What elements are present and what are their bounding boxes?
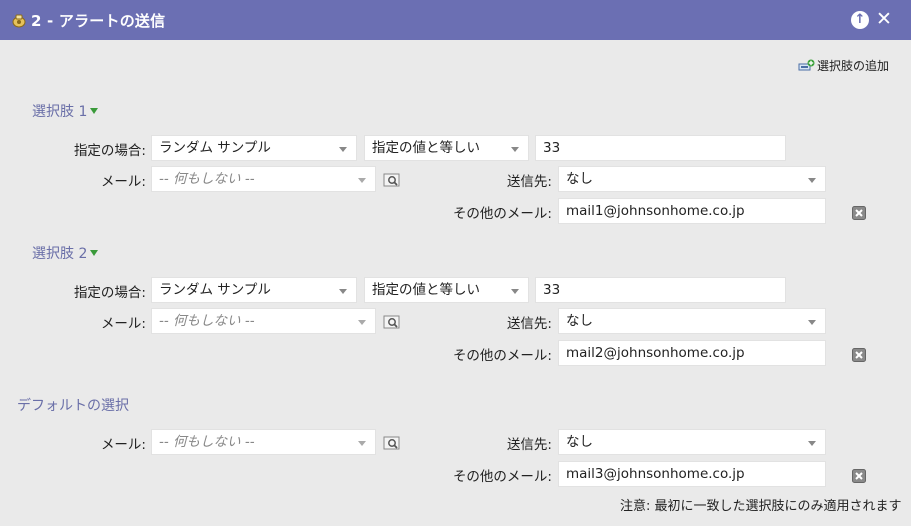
expand-triangle-icon[interactable]	[90, 250, 99, 256]
other-email-input[interactable]: mail1@johnsonhome.co.jp	[558, 198, 826, 224]
email-select[interactable]: -- 何もしない --	[151, 166, 376, 192]
default-choice-title: デフォルトの選択	[17, 398, 129, 414]
send-to-select[interactable]: なし	[558, 166, 826, 192]
preview-email-icon[interactable]	[383, 172, 401, 188]
condition-field-select[interactable]: ランダム サンプル	[151, 135, 357, 161]
close-icon[interactable]: ✕	[876, 8, 892, 30]
other-email-input[interactable]: mail2@johnsonhome.co.jp	[558, 340, 826, 366]
expand-triangle-icon[interactable]	[90, 108, 99, 114]
other-email-label: その他のメール:	[452, 206, 552, 222]
other-email-input[interactable]: mail3@johnsonhome.co.jp	[558, 461, 826, 487]
condition-label: 指定の場合:	[73, 285, 146, 301]
send-to-label: 送信先:	[506, 437, 552, 453]
email-select[interactable]: -- 何もしない --	[151, 308, 376, 334]
move-up-icon[interactable]: ↑	[851, 11, 869, 29]
delete-choice-icon[interactable]	[852, 348, 866, 362]
choice-1-title[interactable]: 選択肢 1	[32, 101, 99, 121]
other-email-label: その他のメール:	[452, 469, 552, 485]
email-select[interactable]: -- 何もしない --	[151, 429, 376, 455]
add-choice-icon	[798, 59, 815, 70]
add-choice-button[interactable]: 選択肢の追加	[798, 57, 889, 74]
preview-email-icon[interactable]	[383, 314, 401, 330]
choice-2-title[interactable]: 選択肢 2	[32, 243, 99, 263]
operator-select[interactable]: 指定の値と等しい	[364, 277, 529, 303]
other-email-label: その他のメール:	[452, 348, 552, 364]
send-to-label: 送信先:	[506, 316, 552, 332]
send-to-label: 送信先:	[506, 174, 552, 190]
send-to-select[interactable]: なし	[558, 308, 826, 334]
dialog-titlebar: 2 - アラートの送信 ↑ ✕	[0, 0, 911, 40]
condition-label: 指定の場合:	[73, 143, 146, 159]
preview-email-icon[interactable]	[383, 435, 401, 451]
condition-field-select[interactable]: ランダム サンプル	[151, 277, 357, 303]
condition-value-input[interactable]: 33	[535, 135, 786, 161]
first-match-note: 注意: 最初に一致した選択肢にのみ適用されます	[620, 499, 902, 514]
operator-select[interactable]: 指定の値と等しい	[364, 135, 529, 161]
delete-choice-icon[interactable]	[852, 206, 866, 220]
email-label: メール:	[100, 174, 146, 190]
send-to-select[interactable]: なし	[558, 429, 826, 455]
flow-step-icon	[12, 14, 26, 28]
email-label: メール:	[100, 316, 146, 332]
condition-value-input[interactable]: 33	[535, 277, 786, 303]
email-label: メール:	[100, 437, 146, 453]
delete-choice-icon[interactable]	[852, 469, 866, 483]
add-choice-label: 選択肢の追加	[817, 59, 890, 73]
dialog-title: 2 - アラートの送信	[31, 12, 166, 30]
